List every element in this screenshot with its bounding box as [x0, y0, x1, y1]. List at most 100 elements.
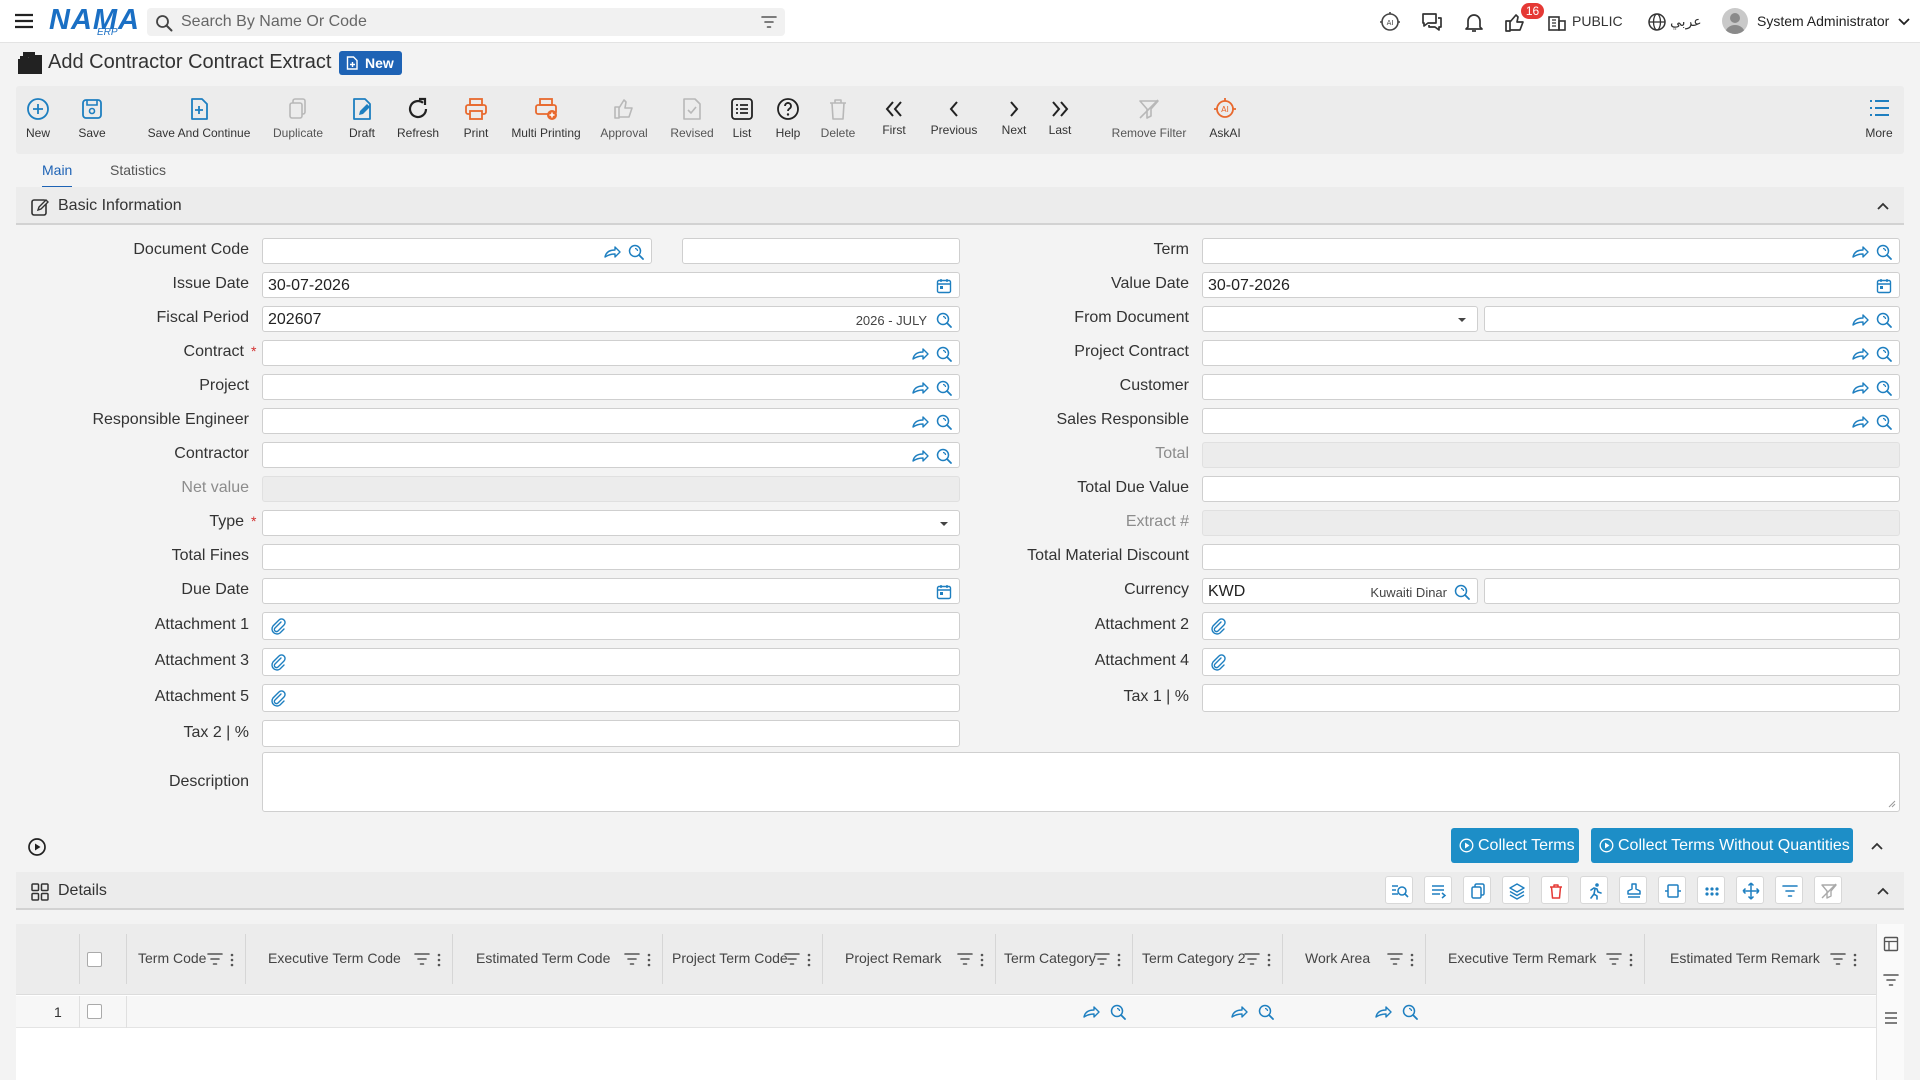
help-button[interactable]: Help: [774, 86, 802, 154]
resize-handle-icon[interactable]: [1887, 799, 1896, 808]
grid-stamp-button[interactable]: [1619, 876, 1647, 904]
collect-terms-button[interactable]: Collect Terms: [1451, 828, 1579, 863]
grid-filter-button[interactable]: [1775, 876, 1803, 904]
document-code-name-field[interactable]: [682, 238, 960, 264]
attachment-1-field[interactable]: [262, 612, 960, 640]
search-lookup-icon[interactable]: [935, 345, 953, 363]
search-lookup-icon[interactable]: [1257, 1003, 1275, 1021]
column-header-term-category-2[interactable]: Term Category 2: [1142, 950, 1250, 970]
basic-information-header[interactable]: Basic Information: [16, 187, 1904, 225]
share-icon[interactable]: [911, 447, 929, 465]
menu-lines-icon[interactable]: [1883, 1010, 1899, 1026]
column-filter-icon[interactable]: [624, 951, 640, 967]
tab-main[interactable]: Main: [42, 162, 73, 188]
column-header-project-remark[interactable]: Project Remark: [845, 950, 941, 970]
search-lookup-icon[interactable]: [935, 379, 953, 397]
tab-statistics[interactable]: Statistics: [110, 162, 166, 186]
column-header-work-area[interactable]: Work Area: [1305, 950, 1370, 970]
column-filter-icon[interactable]: [1606, 951, 1622, 967]
search-icon[interactable]: [155, 14, 173, 32]
column-filter-icon[interactable]: [1094, 951, 1110, 967]
share-icon[interactable]: [1082, 1003, 1100, 1021]
refresh-button[interactable]: Refresh: [397, 86, 439, 154]
attachment-4-field[interactable]: [1202, 648, 1900, 676]
sales-responsible-field[interactable]: [1202, 408, 1900, 434]
tax-1-field[interactable]: [1202, 684, 1900, 712]
from-document-code-field[interactable]: [1484, 306, 1900, 332]
column-filter-icon[interactable]: [414, 951, 430, 967]
contractor-field[interactable]: [262, 442, 960, 468]
language-switch[interactable]: عربي: [1670, 13, 1702, 30]
column-filter-icon[interactable]: [207, 951, 223, 967]
fiscal-period-field[interactable]: 202607 2026 - JULY: [262, 306, 960, 332]
save-and-continue-button[interactable]: Save And Continue: [148, 86, 250, 154]
next-record-button[interactable]: Next: [1000, 86, 1028, 154]
new-button[interactable]: New: [24, 86, 52, 154]
grid-copy-button[interactable]: [1463, 876, 1491, 904]
paperclip-icon[interactable]: [269, 617, 287, 635]
share-icon[interactable]: [911, 379, 929, 397]
currency-field[interactable]: KWD Kuwaiti Dinar: [1202, 578, 1478, 604]
share-icon[interactable]: [1851, 311, 1869, 329]
ai-assistant-icon[interactable]: AI: [1378, 10, 1402, 34]
description-textarea[interactable]: [262, 752, 1900, 812]
share-icon[interactable]: [911, 345, 929, 363]
grid-remove-filter-button[interactable]: [1814, 876, 1842, 904]
total-fines-field[interactable]: [262, 544, 960, 570]
grid-fit-button[interactable]: [1658, 876, 1686, 904]
column-menu-icon[interactable]: [979, 952, 985, 968]
column-filter-icon[interactable]: [1830, 951, 1846, 967]
currency-rate-field[interactable]: [1484, 578, 1900, 604]
project-contract-field[interactable]: [1202, 340, 1900, 366]
project-field[interactable]: [262, 374, 960, 400]
share-icon[interactable]: [1851, 345, 1869, 363]
attachment-3-field[interactable]: [262, 648, 960, 676]
search-lookup-icon[interactable]: [627, 243, 645, 261]
collect-terms-without-quantities-button[interactable]: Collect Terms Without Quantities: [1591, 828, 1853, 863]
search-lookup-icon[interactable]: [1875, 413, 1893, 431]
column-filter-icon[interactable]: [1387, 951, 1403, 967]
print-button[interactable]: Print: [458, 86, 494, 154]
column-header-estimated-term-code[interactable]: Estimated Term Code: [476, 950, 610, 970]
paperclip-icon[interactable]: [1209, 617, 1227, 635]
search-lookup-icon[interactable]: [1875, 345, 1893, 363]
column-header-executive-term-remark[interactable]: Executive Term Remark: [1448, 950, 1596, 970]
chevron-up-icon[interactable]: [1876, 199, 1890, 213]
column-menu-icon[interactable]: [1116, 952, 1122, 968]
share-icon[interactable]: [603, 243, 621, 261]
multi-printing-button[interactable]: Multi Printing: [511, 86, 581, 154]
responsible-engineer-field[interactable]: [262, 408, 960, 434]
chevron-up-icon[interactable]: [1870, 839, 1884, 853]
column-menu-icon[interactable]: [1852, 952, 1858, 968]
save-button[interactable]: Save: [78, 86, 106, 154]
app-logo[interactable]: NAMA ERP: [49, 3, 139, 39]
column-menu-icon[interactable]: [229, 952, 235, 968]
draft-button[interactable]: Draft: [344, 86, 380, 154]
search-filter-icon[interactable]: [761, 14, 777, 30]
column-menu-icon[interactable]: [806, 952, 812, 968]
row-checkbox[interactable]: [87, 1004, 102, 1019]
search-lookup-icon[interactable]: [1875, 379, 1893, 397]
search-lookup-icon[interactable]: [935, 311, 953, 329]
revised-button[interactable]: Revised: [668, 86, 716, 154]
total-due-value-field[interactable]: [1202, 476, 1900, 502]
grid-more-button[interactable]: [1697, 876, 1725, 904]
search-lookup-icon[interactable]: [1401, 1003, 1419, 1021]
grid-add-row-button[interactable]: [1424, 876, 1452, 904]
delete-button[interactable]: Delete: [821, 86, 855, 154]
remove-filter-button[interactable]: Remove Filter: [1112, 86, 1186, 154]
column-filter-icon[interactable]: [957, 951, 973, 967]
search-lookup-icon[interactable]: [1875, 243, 1893, 261]
search-lookup-icon[interactable]: [1109, 1003, 1127, 1021]
paperclip-icon[interactable]: [269, 653, 287, 671]
column-header-project-term-code[interactable]: Project Term Code: [672, 950, 796, 970]
search-lookup-icon[interactable]: [1453, 583, 1471, 601]
caret-down-icon[interactable]: [1453, 311, 1471, 329]
search-lookup-icon[interactable]: [935, 447, 953, 465]
column-filter-icon[interactable]: [784, 951, 800, 967]
play-circle-icon[interactable]: [27, 837, 47, 857]
globe-icon[interactable]: [1647, 12, 1667, 32]
share-icon[interactable]: [1851, 243, 1869, 261]
column-menu-icon[interactable]: [1628, 952, 1634, 968]
table-row[interactable]: 1: [16, 996, 1876, 1028]
